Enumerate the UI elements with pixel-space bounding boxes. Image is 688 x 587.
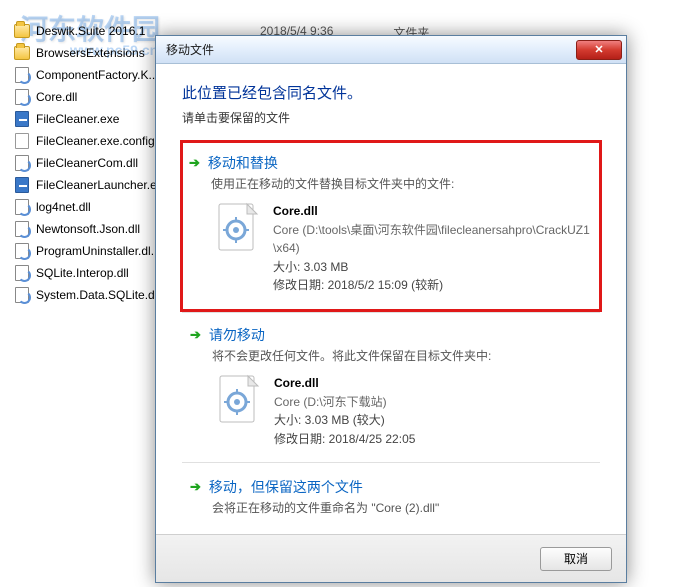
option-dont-move[interactable]: ➔ 请勿移动 将不会更改任何文件。将此文件保留在目标文件夹中: Core.dll… <box>182 312 600 462</box>
dll-icon <box>14 287 30 303</box>
option1-file-size: 大小: 3.03 MB <box>273 258 593 277</box>
dll-icon <box>14 199 30 215</box>
dialog-body: 此位置已经包含同名文件。 请单击要保留的文件 ➔ 移动和替换 使用正在移动的文件… <box>156 64 626 534</box>
dll-icon <box>14 89 30 105</box>
file-label: FileCleanerCom.dll <box>36 156 138 170</box>
dialog-headline: 此位置已经包含同名文件。 <box>182 82 600 103</box>
file-label: ComponentFactory.K... <box>36 68 159 82</box>
option1-file-path: Core (D:\tools\桌面\河东软件园\filecleanersahpr… <box>273 221 593 258</box>
dialog-title: 移动文件 <box>166 41 214 58</box>
dialog-subhead: 请单击要保留的文件 <box>182 109 600 126</box>
exe-icon <box>14 177 30 193</box>
move-file-dialog: 移动文件 ✕ 此位置已经包含同名文件。 请单击要保留的文件 ➔ 移动和替换 使用… <box>155 35 627 583</box>
dll-file-icon <box>217 202 261 254</box>
file-label: FileCleaner.exe <box>36 112 119 126</box>
dll-icon <box>14 265 30 281</box>
close-button[interactable]: ✕ <box>576 40 622 60</box>
option1-title: 移动和替换 <box>208 153 278 173</box>
dll-icon <box>14 243 30 259</box>
dialog-footer: 取消 <box>156 534 626 582</box>
dll-icon <box>14 67 30 83</box>
file-label: FileCleaner.exe.config <box>36 134 155 148</box>
file-label: Deswik.Suite 2016.1 <box>36 24 145 38</box>
option-keep-both[interactable]: ➔ 移动，但保留这两个文件 会将正在移动的文件重命名为 "Core (2).dl… <box>182 462 600 526</box>
option-move-and-replace[interactable]: ➔ 移动和替换 使用正在移动的文件替换目标文件夹中的文件: Core.dll C… <box>180 140 602 312</box>
option2-file-card: Core.dll Core (D:\河东下载站) 大小: 3.03 MB (较大… <box>218 374 592 448</box>
option1-file-card: Core.dll Core (D:\tools\桌面\河东软件园\filecle… <box>217 202 593 295</box>
option2-file-path: Core (D:\河东下载站) <box>274 393 415 412</box>
file-label: log4net.dll <box>36 200 91 214</box>
dll-icon <box>14 221 30 237</box>
option1-file-name: Core.dll <box>273 202 593 221</box>
option3-title: 移动，但保留这两个文件 <box>209 477 363 497</box>
option2-desc: 将不会更改任何文件。将此文件保留在目标文件夹中: <box>212 347 592 364</box>
cfg-icon <box>14 133 30 149</box>
close-icon: ✕ <box>594 43 603 56</box>
cancel-button[interactable]: 取消 <box>540 547 612 571</box>
file-label: ProgramUninstaller.dl... <box>36 244 161 258</box>
dll-icon <box>14 155 30 171</box>
option2-file-name: Core.dll <box>274 374 415 393</box>
arrow-icon: ➔ <box>190 479 201 495</box>
option3-desc: 会将正在移动的文件重命名为 "Core (2).dll" <box>212 499 592 516</box>
file-label: System.Data.SQLite.dl... <box>36 288 167 302</box>
file-label: Newtonsoft.Json.dll <box>36 222 140 236</box>
arrow-icon: ➔ <box>190 327 201 343</box>
option1-desc: 使用正在移动的文件替换目标文件夹中的文件: <box>211 175 593 192</box>
file-label: FileCleanerLauncher.e... <box>36 178 167 192</box>
exe-icon <box>14 111 30 127</box>
file-label: Core.dll <box>36 90 77 104</box>
option1-file-date: 修改日期: 2018/5/2 15:09 (较新) <box>273 276 593 295</box>
arrow-icon: ➔ <box>189 155 200 171</box>
file-label: BrowsersExtensions <box>36 46 145 60</box>
folder-icon <box>14 23 30 39</box>
option2-file-size: 大小: 3.03 MB (较大) <box>274 411 415 430</box>
option2-file-date: 修改日期: 2018/4/25 22:05 <box>274 430 415 449</box>
file-label: SQLite.Interop.dll <box>36 266 129 280</box>
folder-icon <box>14 45 30 61</box>
dll-file-icon <box>218 374 262 426</box>
dialog-titlebar[interactable]: 移动文件 ✕ <box>156 36 626 64</box>
option2-title: 请勿移动 <box>209 325 265 345</box>
